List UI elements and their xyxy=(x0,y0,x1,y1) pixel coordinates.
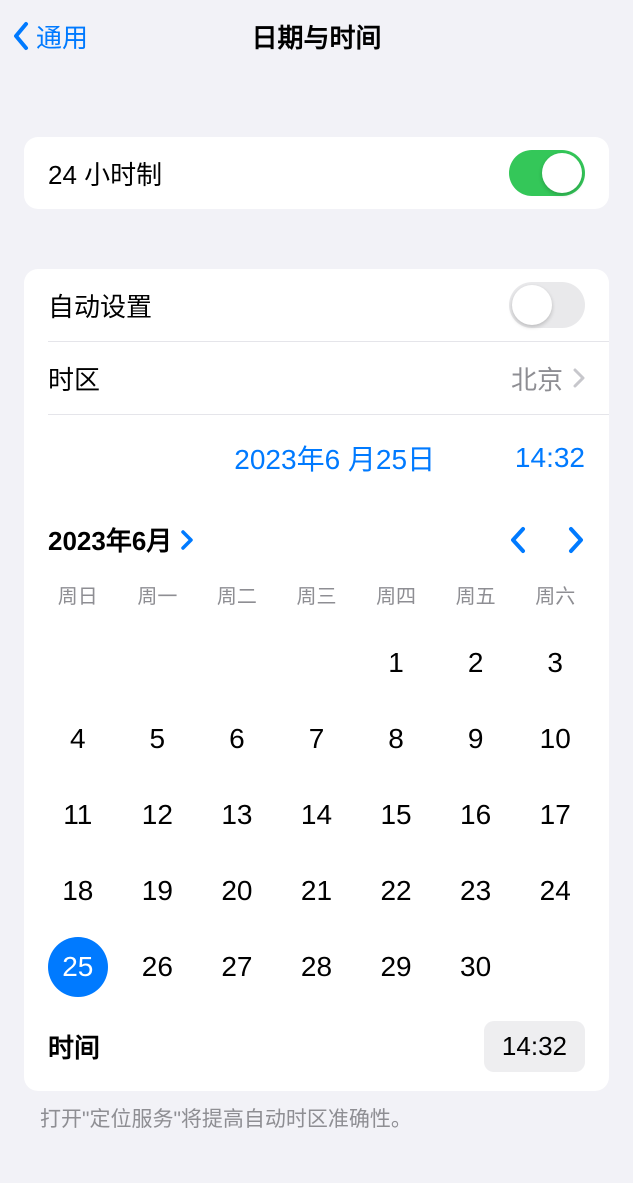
calendar-day[interactable]: 21 xyxy=(277,853,357,929)
row-autoset: 自动设置 xyxy=(24,269,609,341)
time-display[interactable]: 14:32 xyxy=(515,442,585,474)
calendar-day[interactable]: 1 xyxy=(356,625,436,701)
weekday-label: 周日 xyxy=(38,574,118,615)
calendar-day[interactable]: 7 xyxy=(277,701,357,777)
chevron-left-icon xyxy=(12,21,30,51)
row-timezone[interactable]: 时区 北京 xyxy=(24,342,609,414)
month-year-selector[interactable]: 2023年6月 xyxy=(48,521,194,558)
timezone-text: 北京 xyxy=(511,360,563,397)
row-time: 时间 14:32 xyxy=(24,1021,609,1091)
page-title: 日期与时间 xyxy=(251,18,381,55)
chevron-right-icon xyxy=(573,368,585,388)
calendar-day[interactable]: 9 xyxy=(436,701,516,777)
calendar-day[interactable]: 29 xyxy=(356,929,436,1005)
calendar-day[interactable]: 13 xyxy=(197,777,277,853)
calendar-day[interactable]: 22 xyxy=(356,853,436,929)
calendar-empty-cell xyxy=(118,625,198,701)
label-24hour: 24 小时制 xyxy=(48,155,162,192)
prev-month-button[interactable] xyxy=(509,526,527,554)
calendar-day[interactable]: 26 xyxy=(118,929,198,1005)
calendar-day[interactable]: 5 xyxy=(118,701,198,777)
time-label: 时间 xyxy=(48,1028,100,1065)
calendar-day[interactable]: 24 xyxy=(515,853,595,929)
date-display[interactable]: 2023年6 月25日 xyxy=(234,438,435,478)
back-label: 通用 xyxy=(36,18,88,55)
calendar-day[interactable]: 4 xyxy=(38,701,118,777)
month-year-label: 2023年6月 xyxy=(48,521,172,558)
calendar-empty-cell xyxy=(38,625,118,701)
calendar-day[interactable]: 25 xyxy=(38,929,118,1005)
calendar-day[interactable]: 11 xyxy=(38,777,118,853)
calendar-day[interactable]: 3 xyxy=(515,625,595,701)
calendar-day[interactable]: 8 xyxy=(356,701,436,777)
calendar-day[interactable]: 17 xyxy=(515,777,595,853)
back-button[interactable]: 通用 xyxy=(12,18,88,55)
chevron-right-icon xyxy=(180,529,194,551)
calendar-day[interactable]: 14 xyxy=(277,777,357,853)
calendar-day[interactable]: 6 xyxy=(197,701,277,777)
calendar-day[interactable]: 27 xyxy=(197,929,277,1005)
weekday-label: 周一 xyxy=(118,574,198,615)
value-timezone: 北京 xyxy=(511,360,585,397)
calendar-day[interactable]: 10 xyxy=(515,701,595,777)
time-picker-button[interactable]: 14:32 xyxy=(484,1021,585,1072)
weekday-label: 周六 xyxy=(515,574,595,615)
calendar-day[interactable]: 16 xyxy=(436,777,516,853)
calendar-empty-cell xyxy=(197,625,277,701)
weekday-label: 周三 xyxy=(277,574,357,615)
next-month-button[interactable] xyxy=(567,526,585,554)
calendar-grid: 1234567891011121314151617181920212223242… xyxy=(24,619,609,1021)
calendar-day[interactable]: 23 xyxy=(436,853,516,929)
label-timezone: 时区 xyxy=(48,360,100,397)
row-24hour: 24 小时制 xyxy=(24,137,609,209)
label-autoset: 自动设置 xyxy=(48,287,152,324)
calendar-day[interactable]: 19 xyxy=(118,853,198,929)
section-datetime: 自动设置 时区 北京 2023年6 月25日 14:32 2023年6月 xyxy=(24,269,609,1091)
calendar-day[interactable]: 20 xyxy=(197,853,277,929)
calendar-day[interactable]: 18 xyxy=(38,853,118,929)
weekday-row: 周日周一周二周三周四周五周六 xyxy=(24,570,609,619)
weekday-label: 周五 xyxy=(436,574,516,615)
calendar-header: 2023年6月 xyxy=(24,501,609,570)
calendar-day[interactable]: 2 xyxy=(436,625,516,701)
weekday-label: 周四 xyxy=(356,574,436,615)
calendar-day[interactable]: 28 xyxy=(277,929,357,1005)
calendar-nav xyxy=(509,526,585,554)
calendar-day[interactable]: 30 xyxy=(436,929,516,1005)
calendar-day[interactable]: 12 xyxy=(118,777,198,853)
calendar-day[interactable]: 15 xyxy=(356,777,436,853)
toggle-knob xyxy=(542,153,582,193)
toggle-autoset[interactable] xyxy=(509,282,585,328)
toggle-24hour[interactable] xyxy=(509,150,585,196)
header: 通用 日期与时间 xyxy=(0,0,633,72)
weekday-label: 周二 xyxy=(197,574,277,615)
toggle-knob xyxy=(512,285,552,325)
row-datetime-display: 2023年6 月25日 14:32 xyxy=(24,415,609,501)
calendar-empty-cell xyxy=(277,625,357,701)
section-24hour: 24 小时制 xyxy=(24,137,609,209)
footer-hint: 打开"定位服务"将提高自动时区准确性。 xyxy=(0,1091,633,1145)
